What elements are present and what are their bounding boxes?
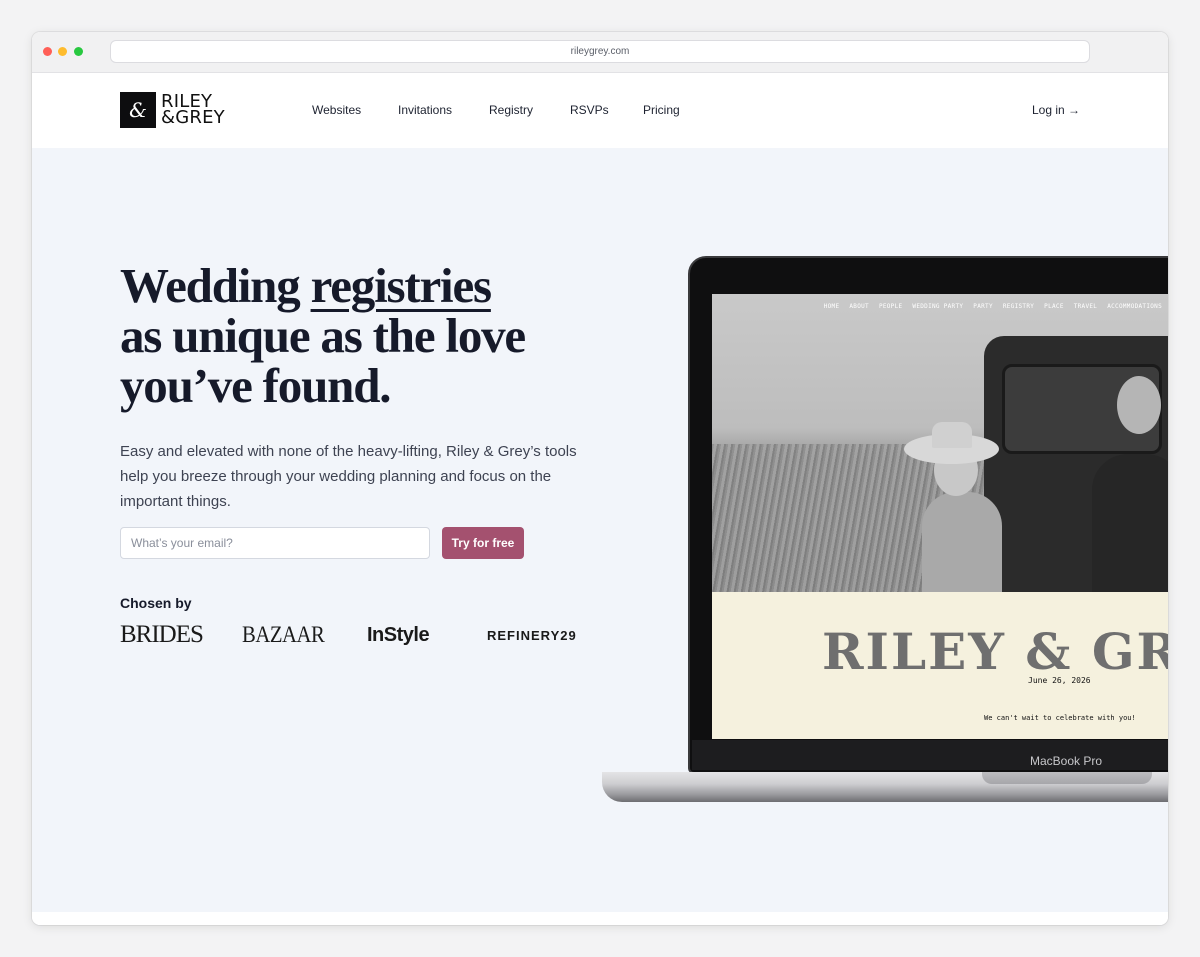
logo-wordmark: RILEY &GREY — [161, 93, 225, 128]
couple-photo: HOME ABOUT PEOPLE WEDDING PARTY PARTY RE… — [712, 294, 1168, 592]
site-header: & RILEY &GREY Websites Invitations Regis… — [32, 73, 1168, 148]
demo-nav-item: PARTY — [973, 303, 993, 310]
headline-line-3: you’ve found. — [120, 358, 391, 413]
logo[interactable]: & RILEY &GREY — [120, 92, 225, 128]
demo-nav-item: TRAVEL — [1073, 303, 1098, 310]
demo-nav-item: ACCOMMODATIONS — [1107, 303, 1162, 310]
demo-site-tagline: We can't wait to celebrate with you! — [984, 714, 1136, 722]
hero-subtext: Easy and elevated with none of the heavy… — [120, 443, 577, 510]
login-link[interactable]: Log in → — [1032, 103, 1080, 117]
nav-invitations[interactable]: Invitations — [398, 103, 452, 117]
woman-figure — [922, 492, 1002, 592]
refinery29-logo: REFINERY29 — [487, 627, 577, 643]
bazaar-logo: BAZAAR — [242, 622, 325, 647]
headline-line-2: as unique as the love — [120, 308, 526, 363]
demo-site-card: RILEY & GREY June 26, 2026 We can't wait… — [712, 592, 1168, 739]
address-bar[interactable]: rileygrey.com — [110, 40, 1090, 63]
instyle-logo: InStyle — [367, 623, 430, 646]
browser-window: rileygrey.com & RILEY &GREY Websites Inv… — [32, 32, 1168, 925]
logo-mark: & — [120, 92, 156, 128]
laptop-hinge-notch — [982, 772, 1152, 784]
laptop-model-label: MacBook Pro — [1030, 754, 1103, 768]
man-figure — [1092, 454, 1168, 592]
hero-headline: Wedding registries as unique as the love… — [120, 261, 580, 411]
try-for-free-button[interactable]: Try for free — [442, 527, 524, 559]
email-input[interactable] — [120, 527, 430, 559]
page-bottom-strip — [32, 912, 1168, 925]
demo-nav-item: PLACE — [1044, 303, 1064, 310]
demo-nav-item: WEDDING PARTY — [912, 303, 964, 310]
demo-site-date: June 26, 2026 — [1028, 676, 1091, 685]
demo-site-nav: HOME ABOUT PEOPLE WEDDING PARTY PARTY RE… — [824, 303, 1162, 310]
laptop-screen: HOME ABOUT PEOPLE WEDDING PARTY PARTY RE… — [712, 294, 1168, 739]
demo-nav-item: HOME — [823, 303, 840, 310]
hat-crown — [932, 422, 972, 448]
nav-rsvps[interactable]: RSVPs — [570, 103, 609, 117]
close-window-button[interactable] — [43, 47, 52, 56]
headline-word-wedding: Wedding — [120, 258, 311, 313]
nav-pricing[interactable]: Pricing — [643, 103, 680, 117]
man-head — [1117, 376, 1161, 434]
demo-nav-item: REGISTRY — [1002, 303, 1035, 310]
brides-logo: BRIDES — [120, 621, 204, 648]
chosen-by-label: Chosen by — [120, 595, 192, 611]
headline-underlined-word: registries — [310, 258, 492, 313]
demo-nav-item: PEOPLE — [878, 303, 903, 310]
maximize-window-button[interactable] — [74, 47, 83, 56]
nav-registry[interactable]: Registry — [489, 103, 533, 117]
headline-line-1: Wedding registries — [120, 261, 580, 311]
logo-line-2: &GREY — [161, 107, 225, 128]
hero-section: Wedding registries as unique as the love… — [32, 148, 1168, 912]
minimize-window-button[interactable] — [58, 47, 67, 56]
demo-nav-item: ABOUT — [849, 303, 869, 310]
nav-websites[interactable]: Websites — [312, 103, 361, 117]
browser-chrome: rileygrey.com — [32, 32, 1168, 73]
demo-site-title: RILEY & GREY — [822, 622, 1168, 681]
